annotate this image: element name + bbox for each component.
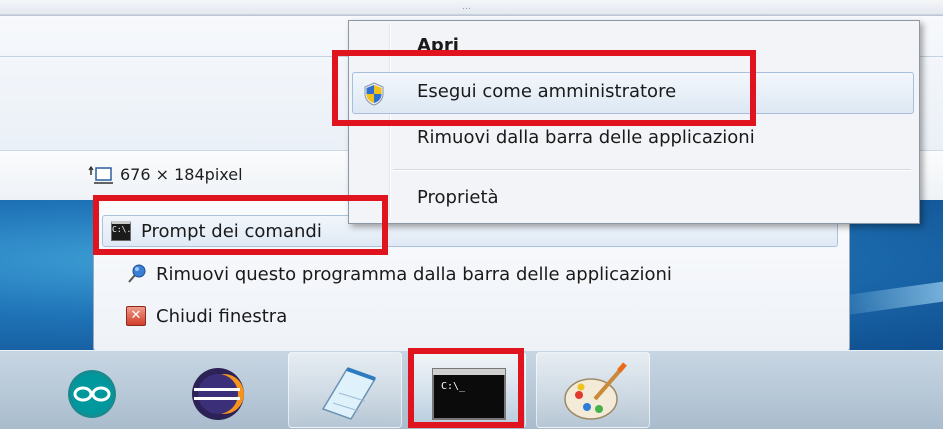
- menu-item-properties[interactable]: Proprietà: [417, 187, 499, 208]
- taskbar-button-notepad[interactable]: [288, 352, 402, 428]
- jump-list-item-label: Rimuovi questo programma dalla barra del…: [156, 263, 672, 285]
- taskbar-button-arduino[interactable]: [40, 352, 154, 428]
- taskbar-button-eclipse[interactable]: [164, 352, 278, 428]
- taskbar-button-paint[interactable]: [536, 352, 650, 428]
- annotation-highlight-taskbar-cmd: [408, 348, 524, 428]
- jump-list-item-label: Chiudi finestra: [156, 305, 288, 327]
- jump-list-item-unpin[interactable]: Rimuovi questo programma dalla barra del…: [106, 259, 672, 289]
- canvas-size-readout: 676 × 184pixel: [120, 165, 243, 184]
- arduino-icon: [68, 370, 116, 418]
- close-window-icon: ✕: [126, 306, 146, 326]
- paint-palette-icon: [564, 362, 627, 420]
- window-top-edge: …: [0, 0, 943, 15]
- annotation-highlight-command-prompt-item: [93, 195, 388, 255]
- menu-separator: [393, 169, 911, 171]
- menu-item-unpin-from-taskbar[interactable]: Rimuovi dalla barra delle applicazioni: [417, 127, 755, 148]
- jump-list-item-close-window[interactable]: ✕ Chiudi finestra: [106, 301, 287, 331]
- notepad-icon: [321, 367, 377, 420]
- eclipse-icon: [192, 368, 244, 420]
- resize-grip[interactable]: …: [462, 2, 471, 12]
- resize-canvas-icon: [88, 165, 113, 184]
- annotation-highlight-run-as-admin: [332, 50, 756, 126]
- unpin-icon: [128, 264, 146, 283]
